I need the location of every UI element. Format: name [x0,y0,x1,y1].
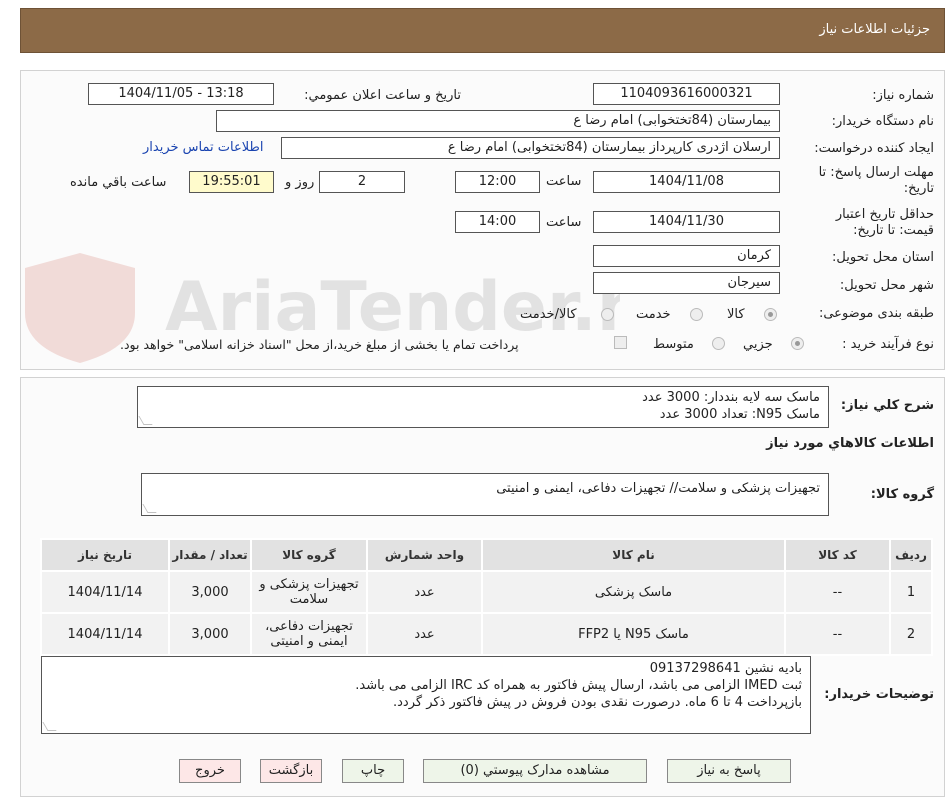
cell-unit: عدد [366,570,483,614]
goods-group-label: گروه کالا: [870,487,934,502]
cell-name: ماسک پزشکی [481,570,786,614]
cell-qty: 3,000 [168,612,252,656]
deadline-date-field: 1404/11/08 [593,171,780,193]
deadline-label: مهلت ارسال پاسخ: تا [818,165,934,180]
buyer-org-field: بیمارستان (84تختخوابی) امام رضا ع [216,110,780,132]
goods-section-title: اطلاعات کالاهاي مورد نياز [766,436,934,451]
summary-label: شرح کلي نياز: [840,398,934,413]
table-row: 2 -- ماسک N95 یا FFP2 عدد تجهیزات دفاعی،… [40,612,933,656]
treasury-checkbox[interactable] [614,336,627,349]
summary-textarea[interactable]: ماسک سه لایه بنددار: 3000 عدد ماسک N95: … [137,386,829,428]
category-radio-both[interactable] [601,308,614,321]
page-title: جزئیات اطلاعات نیاز [819,22,930,37]
buyer-org-label: نام دستگاه خريدار: [831,114,934,129]
remaining-time-field: 19:55:01 [189,171,274,193]
cell-group: تجهیزات دفاعی، ایمنی و امنیتی [250,612,368,656]
cell-name: ماسک N95 یا FFP2 [481,612,786,656]
cell-group: تجهیزات پزشکی و سلامت [250,570,368,614]
treasury-text: پرداخت تمام یا بخشی از مبلغ خرید،از محل … [120,337,519,352]
remaining-label: ساعت باقي مانده [70,175,167,190]
deadline-time-label: ساعت [546,174,582,189]
col-name: نام کالا [481,538,786,572]
cell-date: 1404/11/14 [40,570,170,614]
buyer-notes-line-1: بادیه نشین 09137298641 [649,661,802,676]
city-field: سیرجان [593,272,780,294]
summary-line-1: ماسک سه لایه بنددار: 3000 عدد [642,390,820,405]
attachments-button[interactable]: مشاهده مدارک پیوستي (0) [423,759,647,783]
goods-group-textarea[interactable]: تجهیزات پزشکی و سلامت// تجهیزات دفاعی، ا… [141,473,829,516]
buyer-notes-line-2: ثبت IMED الزامی می باشد، ارسال پیش فاکتو… [355,678,802,693]
city-label: شهر محل تحویل: [839,278,934,293]
reply-button[interactable]: پاسخ به نیاز [667,759,791,783]
deadline-time-field: 12:00 [455,171,540,193]
process-label: نوع فرآیند خرید : [842,337,934,352]
need-number-field: 1104093616000321 [593,83,780,105]
need-number-label: شماره نیاز: [872,88,934,103]
items-table: ردیف کد کالا نام کالا واحد شمارش گروه کا… [40,538,933,656]
col-date: تاریخ نیاز [40,538,170,572]
process-option-minor: جزیي [743,337,773,352]
col-code: کد کالا [784,538,891,572]
category-option-both: کالا/خدمت [520,307,577,322]
col-row: ردیف [889,538,933,572]
resize-grip-icon[interactable] [42,722,57,731]
summary-line-2: ماسک N95: تعداد 3000 عدد [659,407,820,422]
page-header: جزئیات اطلاعات نیاز [20,8,945,53]
validity-label-2: قیمت: تا تاریخ: [853,223,934,238]
creator-label: ایجاد کننده درخواست: [814,141,934,156]
province-label: استان محل تحویل: [832,250,934,265]
announce-label: تاریخ و ساعت اعلان عمومي: [304,88,461,103]
process-option-medium: متوسط [653,337,694,352]
cell-date: 1404/11/14 [40,612,170,656]
province-field: کرمان [593,245,780,267]
table-header-row: ردیف کد کالا نام کالا واحد شمارش گروه کا… [40,538,933,572]
col-unit: واحد شمارش [366,538,483,572]
announce-datetime-field: 1404/11/05 - 13:18 [88,83,274,105]
category-option-service: خدمت [636,307,671,322]
resize-grip-icon[interactable] [142,504,157,513]
creator-field: ارسلان اژدری کارپرداز بیمارستان (84تختخو… [281,137,780,159]
days-label: روز و [285,175,315,190]
print-button[interactable]: چاپ [342,759,404,783]
col-group: گروه کالا [250,538,368,572]
goods-group-value: تجهیزات پزشکی و سلامت// تجهیزات دفاعی، ا… [496,481,820,496]
col-qty: تعداد / مقدار [168,538,252,572]
deadline-label-2: تاریخ: [903,181,934,196]
validity-time-field: 14:00 [455,211,540,233]
cell-code: -- [784,612,891,656]
cell-row: 2 [889,612,933,656]
table-row: 1 -- ماسک پزشکی عدد تجهیزات پزشکی و سلام… [40,570,933,614]
back-button[interactable]: بازگشت [260,759,322,783]
cell-unit: عدد [366,612,483,656]
category-radio-goods[interactable] [764,308,777,321]
cell-row: 1 [889,570,933,614]
days-field: 2 [319,171,405,193]
cell-qty: 3,000 [168,570,252,614]
validity-date-field: 1404/11/30 [593,211,780,233]
buyer-notes-line-3: بازپرداخت 4 تا 6 ماه. درصورت نقدی بودن ف… [392,695,802,710]
category-option-goods: کالا [727,307,745,322]
buyer-contact-link[interactable]: اطلاعات تماس خریدار [143,140,263,155]
validity-label: حداقل تاریخ اعتبار [835,207,934,222]
buyer-notes-label: توضیحات خریدار: [824,687,934,702]
cell-code: -- [784,570,891,614]
exit-button[interactable]: خروج [179,759,241,783]
buyer-notes-textarea[interactable]: بادیه نشین 09137298641 ثبت IMED الزامی م… [41,656,811,734]
process-radio-medium[interactable] [712,337,725,350]
process-radio-minor[interactable] [791,337,804,350]
category-radio-service[interactable] [690,308,703,321]
validity-time-label: ساعت [546,215,582,230]
category-label: طبقه بندی موضوعی: [818,306,934,321]
